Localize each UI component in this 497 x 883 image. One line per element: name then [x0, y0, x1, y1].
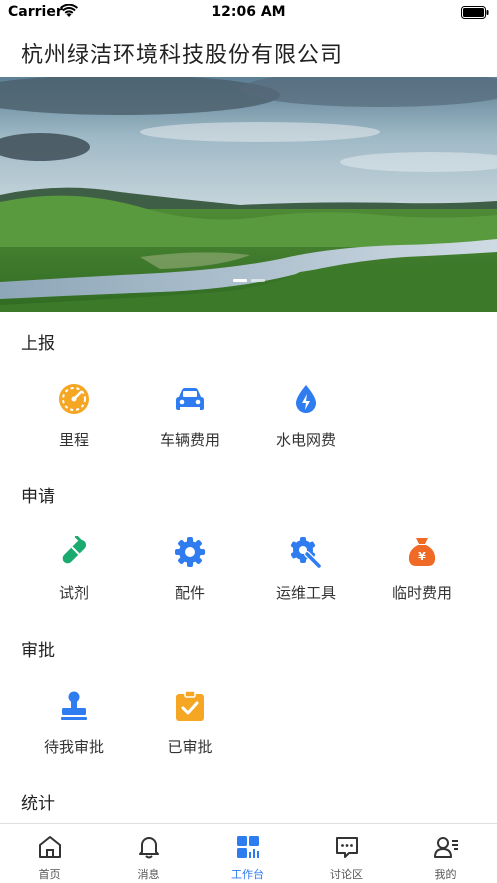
- tab-label: 首页: [38, 868, 61, 881]
- tab-bar: 首页 消息 工作台 讨论区 我的: [0, 823, 497, 883]
- section-title: 审批: [21, 641, 55, 661]
- stamp-icon: [61, 691, 87, 720]
- grid-item-temp-expense[interactable]: ¥ 临时费用: [364, 536, 480, 616]
- chat-icon: [336, 837, 358, 858]
- svg-text:¥: ¥: [418, 550, 426, 563]
- tab-home[interactable]: 首页: [0, 824, 99, 883]
- workbench-content: 上报 里程 车辆费用 水电网费 申请 试剂 配件 运维工具 ¥ 临时费用 审批 …: [0, 312, 497, 823]
- grid-item-approved[interactable]: 已审批: [132, 690, 248, 770]
- carousel-dot[interactable]: [250, 279, 265, 282]
- grid-item-maintenance-tools[interactable]: 运维工具: [248, 536, 364, 616]
- profile-icon: [434, 837, 458, 858]
- workbench-icon: [237, 836, 259, 858]
- money-bag-icon: ¥: [408, 538, 436, 566]
- grid-item-parts[interactable]: 配件: [132, 536, 248, 616]
- grid-item-label: 临时费用: [391, 584, 452, 602]
- bell-icon: [139, 837, 159, 859]
- section-title: 上报: [21, 334, 55, 354]
- header: 杭州绿洁环境科技股份有限公司: [0, 26, 497, 77]
- grid-item-label: 里程: [58, 431, 89, 449]
- status-time: 12:06 AM: [211, 4, 286, 20]
- approved-clipboard-icon: [176, 690, 204, 721]
- home-icon: [39, 836, 61, 858]
- car-icon: [176, 388, 204, 410]
- carousel-indicator: [0, 267, 497, 286]
- tab-workbench[interactable]: 工作台: [198, 824, 297, 883]
- grid-item-pending-approval[interactable]: 待我审批: [16, 690, 132, 770]
- section-title: 统计: [21, 794, 55, 814]
- speedometer-icon: [59, 384, 89, 414]
- section-title: 申请: [21, 487, 55, 507]
- grid-item-label: 试剂: [58, 584, 89, 602]
- grid-item-reagent[interactable]: 试剂: [16, 536, 132, 616]
- test-tube-icon: [62, 536, 87, 564]
- battery-icon: [461, 6, 489, 19]
- tab-label: 工作台: [231, 868, 264, 881]
- grid-item-utility-fee[interactable]: 水电网费: [248, 383, 364, 463]
- grid-item-label: 水电网费: [275, 431, 336, 449]
- grid-item-label: 车辆费用: [159, 431, 220, 449]
- grid-item-mileage[interactable]: 里程: [16, 383, 132, 463]
- grid-item-label: 配件: [174, 584, 205, 602]
- water-drop-icon: [296, 385, 316, 413]
- tab-label: 讨论区: [330, 868, 363, 881]
- grid-item-vehicle-cost[interactable]: 车辆费用: [132, 383, 248, 463]
- grid-item-label: 已审批: [167, 738, 213, 756]
- status-bar: Carrier 12:06 AM: [0, 0, 497, 26]
- wrench-gear-icon: [290, 537, 322, 568]
- tab-label: 消息: [137, 868, 160, 881]
- page-title: 杭州绿洁环境科技股份有限公司: [21, 43, 344, 68]
- grid-item-label: 待我审批: [43, 738, 104, 756]
- carousel-dot[interactable]: [232, 279, 247, 282]
- gear-icon: [175, 537, 205, 567]
- tab-messages[interactable]: 消息: [99, 824, 198, 883]
- tab-label: 我的: [434, 868, 457, 881]
- tab-discussion[interactable]: 讨论区: [297, 824, 396, 883]
- banner-carousel[interactable]: [0, 77, 497, 312]
- tab-profile[interactable]: 我的: [396, 824, 495, 883]
- grid-item-label: 运维工具: [275, 584, 336, 602]
